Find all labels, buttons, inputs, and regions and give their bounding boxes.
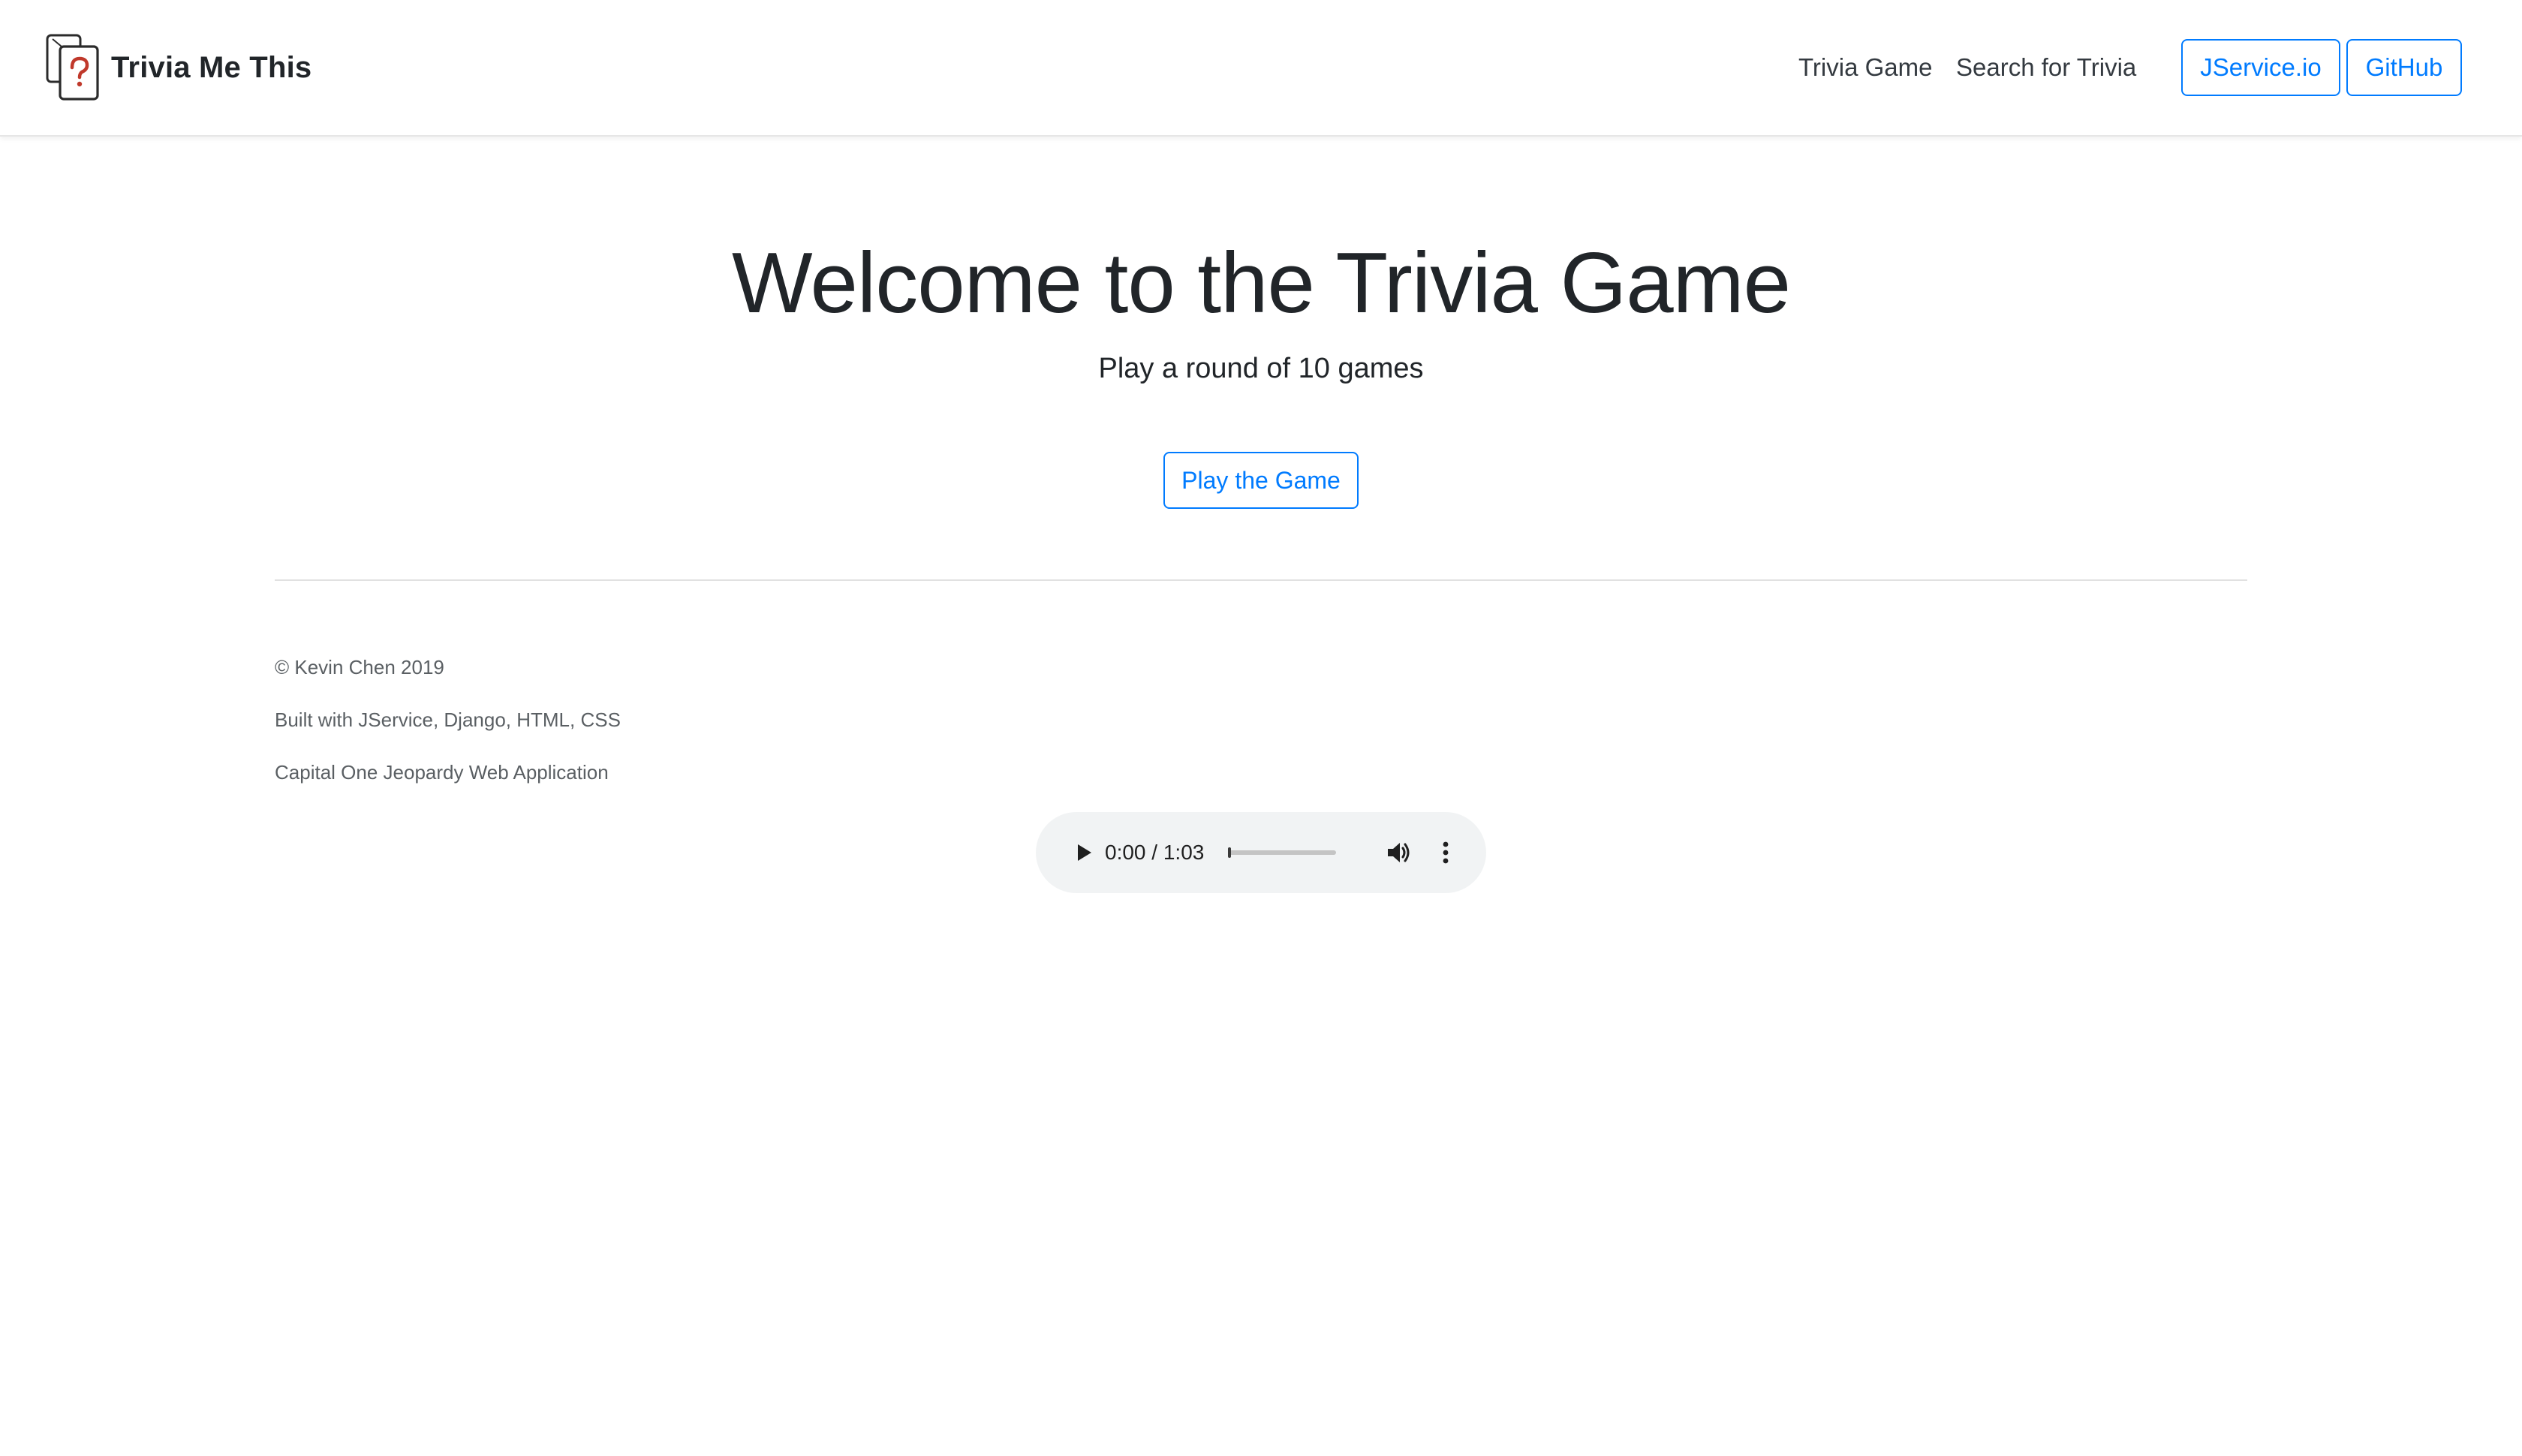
page-title: Welcome to the Trivia Game: [731, 236, 1791, 331]
audio-duration: 1:03: [1163, 841, 1205, 864]
volume-icon[interactable]: [1381, 835, 1417, 871]
trivia-cards-question-icon: [45, 33, 102, 102]
brand-name: Trivia Me This: [111, 50, 312, 84]
audio-progress-slider[interactable]: [1228, 847, 1336, 858]
audio-time: 0:00 / 1:03: [1105, 838, 1204, 868]
audio-player: 0:00 / 1:03: [1036, 812, 1486, 893]
nav-link-trivia-game[interactable]: Trivia Game: [1798, 51, 1932, 84]
nav-link-search-for-trivia[interactable]: Search for Trivia: [1956, 51, 2136, 84]
audio-progress-knob[interactable]: [1228, 847, 1231, 858]
brand-link[interactable]: Trivia Me This: [45, 33, 311, 102]
more-vertical-icon[interactable]: [1428, 835, 1464, 871]
audio-current-time: 0:00: [1105, 841, 1146, 864]
audio-time-separator: /: [1145, 841, 1163, 864]
footer-copyright: © Kevin Chen 2019: [275, 656, 444, 678]
jservice-button[interactable]: JService.io: [2181, 39, 2340, 96]
play-icon[interactable]: [1066, 835, 1102, 871]
footer-built-with: Built with JService, Django, HTML, CSS: [275, 708, 621, 731]
play-game-button[interactable]: Play the Game: [1163, 452, 1359, 509]
section-divider: [275, 579, 2247, 581]
footer-app-description: Capital One Jeopardy Web Application: [275, 761, 609, 784]
page-subtitle: Play a round of 10 games: [1098, 353, 1424, 384]
navbar: Trivia Me This Trivia Game Search for Tr…: [0, 0, 2522, 137]
github-button[interactable]: GitHub: [2346, 39, 2462, 96]
